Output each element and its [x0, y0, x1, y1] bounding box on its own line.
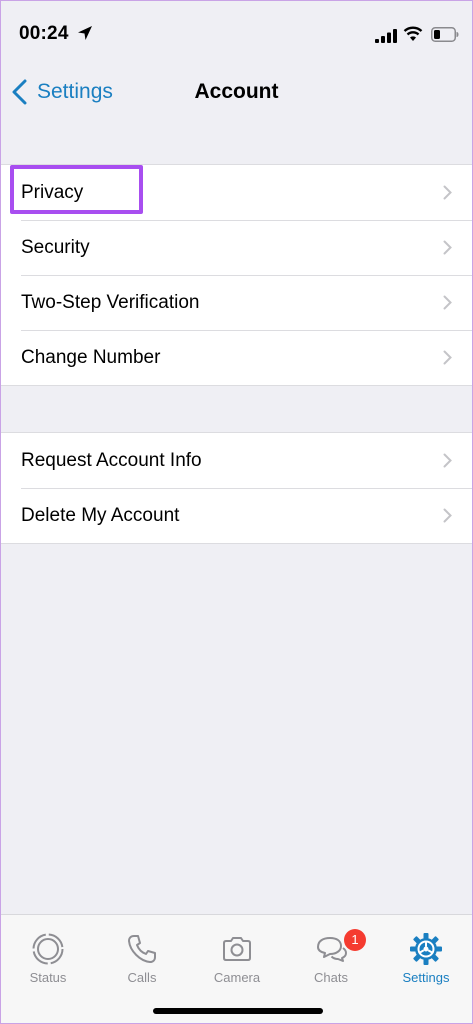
cellular-signal-icon [375, 29, 397, 43]
change-number-label: Change Number [21, 346, 161, 368]
status-icon [32, 933, 64, 965]
privacy-label: Privacy [21, 181, 84, 203]
tab-calls[interactable]: Calls [95, 915, 189, 987]
tab-chats-label: Chats [314, 970, 348, 985]
account-data-group: Request Account Info Delete My Account [1, 432, 472, 544]
home-indicator [153, 1008, 323, 1014]
security-label: Security [21, 236, 90, 258]
tab-calls-label: Calls [127, 970, 157, 985]
camera-icon [223, 937, 251, 961]
page-title: Account [194, 80, 279, 103]
request-account-info-row[interactable]: Request Account Info [1, 433, 472, 488]
request-account-info-label: Request Account Info [21, 449, 202, 471]
gear-icon [410, 933, 442, 965]
status-bar: 00:24 [1, 1, 472, 67]
two-step-verification-label: Two-Step Verification [21, 291, 200, 313]
tab-camera-label: Camera [213, 970, 261, 985]
tab-settings[interactable]: Settings [379, 915, 473, 987]
tab-settings-label: Settings [402, 970, 450, 985]
chevron-right-icon [443, 240, 452, 255]
chat-bubbles-icon [317, 937, 347, 962]
status-time: 00:24 [19, 23, 69, 44]
tab-chats[interactable]: Chats 1 [284, 915, 378, 987]
chevron-right-icon [443, 185, 452, 200]
phone-icon [128, 935, 156, 963]
tab-camera[interactable]: Camera [190, 915, 284, 987]
two-step-verification-row[interactable]: Two-Step Verification [1, 275, 472, 330]
security-row[interactable]: Security [1, 220, 472, 275]
delete-my-account-row[interactable]: Delete My Account [1, 488, 472, 543]
location-arrow-icon [78, 26, 92, 40]
chevron-right-icon [443, 350, 452, 365]
tab-bar: Status Calls Camera Chats 1 Settings [1, 914, 472, 1023]
delete-my-account-label: Delete My Account [21, 504, 180, 526]
account-settings-group: Privacy Security Two-Step Verification C… [1, 164, 472, 386]
tab-status-label: Status [29, 970, 67, 985]
chevron-right-icon [443, 295, 452, 310]
unread-badge: 1 [344, 929, 366, 951]
wifi-icon [403, 26, 423, 41]
chevron-right-icon [443, 453, 452, 468]
navigation-bar: Settings Account [1, 67, 472, 119]
chevron-right-icon [443, 508, 452, 523]
privacy-row[interactable]: Privacy [1, 165, 472, 220]
battery-icon [431, 27, 459, 42]
tab-status[interactable]: Status [1, 915, 95, 987]
change-number-row[interactable]: Change Number [1, 330, 472, 385]
